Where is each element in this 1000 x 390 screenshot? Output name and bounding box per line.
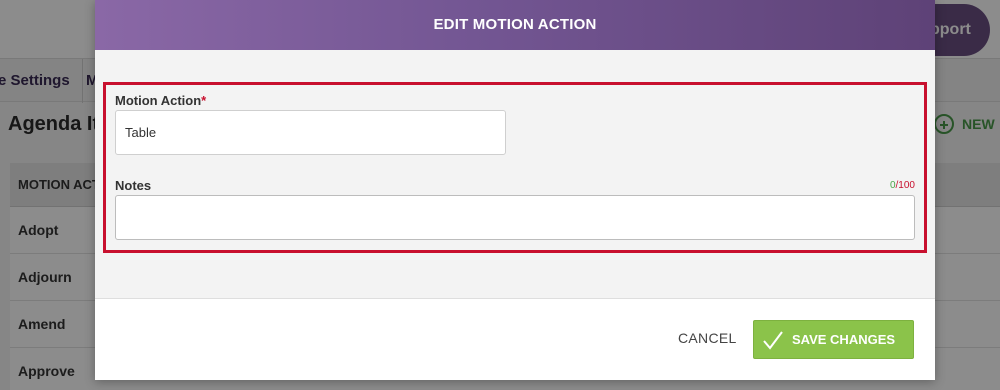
edit-motion-action-dialog: EDIT MOTION ACTION Motion Action* Table …: [95, 0, 935, 380]
notes-input[interactable]: [115, 195, 915, 240]
save-changes-button[interactable]: SAVE CHANGES: [753, 320, 914, 359]
dialog-footer: CANCEL SAVE CHANGES: [95, 300, 935, 380]
counter-max: /100: [895, 180, 915, 191]
dialog-title: EDIT MOTION ACTION: [95, 0, 935, 50]
motion-action-label-text: Motion Action: [115, 93, 202, 108]
notes-label: Notes: [115, 178, 152, 193]
check-icon: [763, 330, 783, 350]
dialog-body: Motion Action* Table Notes 0/100: [95, 50, 935, 299]
save-changes-label: SAVE CHANGES: [792, 332, 896, 347]
cancel-button[interactable]: CANCEL: [678, 330, 737, 346]
motion-action-label: Motion Action*: [115, 93, 206, 108]
required-marker: *: [201, 93, 207, 108]
notes-char-counter: 0/100: [890, 180, 915, 191]
motion-action-input[interactable]: Table: [115, 110, 506, 155]
